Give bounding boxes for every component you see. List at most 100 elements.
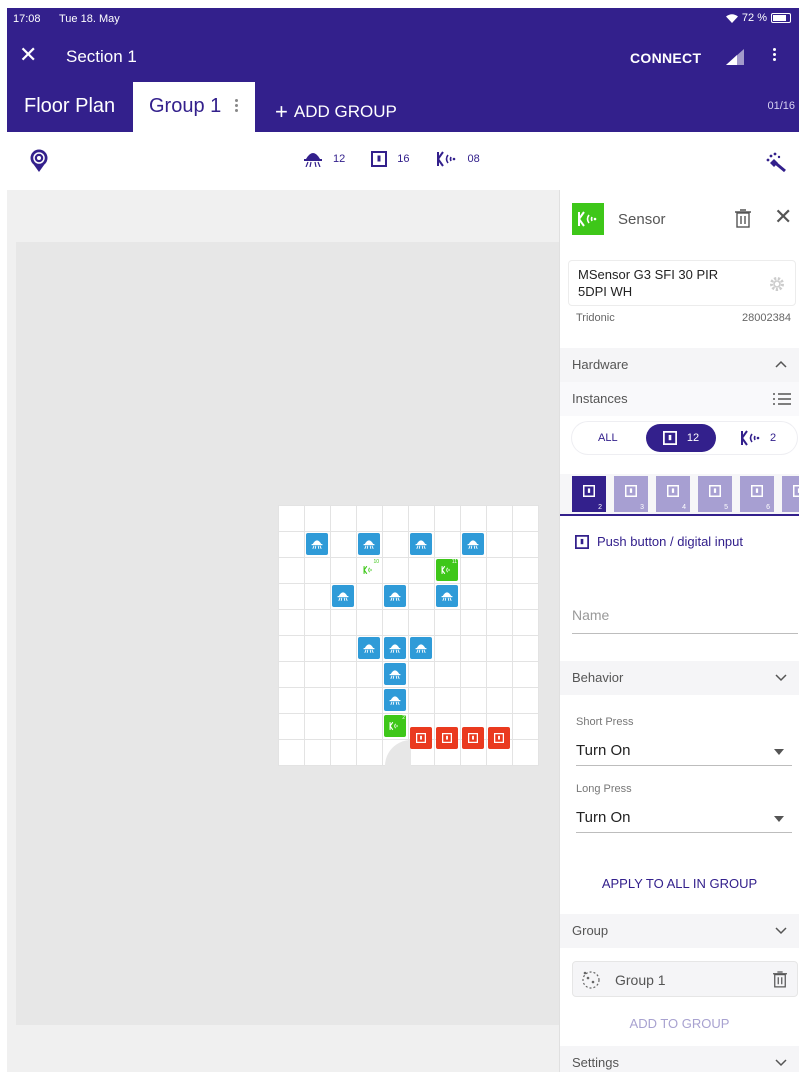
button-tile[interactable] bbox=[488, 727, 510, 749]
gear-icon[interactable] bbox=[769, 276, 785, 292]
tile-number: 11 bbox=[451, 559, 457, 565]
short-press-select[interactable]: Turn On bbox=[576, 738, 792, 766]
chevron-up-icon bbox=[775, 360, 787, 368]
chevron-down-icon bbox=[775, 674, 787, 682]
push-button-icon bbox=[662, 431, 677, 445]
plus-icon: + bbox=[275, 99, 288, 124]
status-time: 17:08 bbox=[13, 13, 41, 25]
instance-tab[interactable]: 6 bbox=[740, 476, 774, 512]
button-tile[interactable] bbox=[410, 727, 432, 749]
short-press-label: Short Press bbox=[576, 716, 634, 728]
light-tile[interactable] bbox=[410, 637, 432, 659]
light-tile[interactable] bbox=[384, 585, 406, 607]
instance-number: 4 bbox=[682, 504, 686, 511]
tab-options-icon[interactable] bbox=[234, 97, 238, 117]
add-group-button[interactable]: + ADD GROUP bbox=[275, 97, 397, 124]
instances-row: Instances bbox=[560, 382, 799, 416]
sensor-count-value: 08 bbox=[467, 153, 480, 165]
group-chip[interactable]: Group 1 bbox=[572, 961, 798, 997]
signal-icon[interactable] bbox=[726, 49, 744, 65]
light-tile[interactable] bbox=[306, 533, 328, 555]
instances-label: Instances bbox=[572, 391, 628, 406]
group-section[interactable]: Group bbox=[560, 914, 799, 948]
sensor-badge-icon bbox=[572, 203, 604, 235]
tile-number: 2 bbox=[402, 715, 405, 721]
name-field[interactable]: Name bbox=[572, 604, 798, 634]
instance-tab[interactable]: 3 bbox=[614, 476, 648, 512]
top-toolbar: ✕ Section 1 CONNECT bbox=[7, 38, 799, 74]
instance-number: 6 bbox=[766, 504, 770, 511]
behavior-section[interactable]: Behavior bbox=[560, 661, 799, 695]
settings-section[interactable]: Settings bbox=[560, 1046, 799, 1072]
button-count-value: 16 bbox=[397, 153, 410, 165]
instance-tab[interactable]: 2 bbox=[572, 476, 606, 512]
sensor-tile[interactable]: 2 bbox=[384, 715, 406, 737]
tab-bar: Floor Plan Group 1 + ADD GROUP 01/16 bbox=[7, 82, 799, 132]
light-tile[interactable] bbox=[358, 637, 380, 659]
instance-number: 3 bbox=[640, 504, 644, 511]
battery-icon bbox=[771, 13, 791, 23]
tab-floor-plan[interactable]: Floor Plan bbox=[24, 95, 115, 118]
light-tile[interactable] bbox=[462, 533, 484, 555]
add-group-label: ADD GROUP bbox=[293, 102, 397, 121]
connect-button[interactable]: CONNECT bbox=[630, 50, 701, 66]
close-icon[interactable]: ✕ bbox=[19, 44, 37, 66]
battery-percent: 72 % bbox=[741, 12, 767, 24]
instance-type: Push button / digital input bbox=[575, 534, 743, 549]
list-icon[interactable] bbox=[773, 392, 791, 406]
wifi-icon bbox=[725, 13, 738, 23]
long-press-select[interactable]: Turn On bbox=[576, 805, 792, 833]
close-panel-icon[interactable]: ✕ bbox=[774, 206, 792, 228]
status-bar: 17:08 Tue 18. May 72 % bbox=[7, 8, 799, 30]
sensor-count: 08 bbox=[436, 151, 480, 167]
button-tile[interactable] bbox=[436, 727, 458, 749]
light-tile[interactable] bbox=[384, 637, 406, 659]
instance-strip: 2 3 4 5 6 bbox=[560, 474, 799, 516]
ceiling-light-icon bbox=[304, 153, 322, 167]
light-tile[interactable] bbox=[410, 533, 432, 555]
instance-tab[interactable] bbox=[782, 476, 799, 512]
hardware-section[interactable]: Hardware bbox=[560, 348, 799, 382]
add-to-group-button[interactable]: ADD TO GROUP bbox=[560, 1016, 799, 1031]
more-menu-icon[interactable] bbox=[771, 46, 777, 66]
device-name: MSensor G3 SFI 30 PIR 5DPI WH bbox=[578, 267, 719, 299]
trash-icon[interactable] bbox=[735, 208, 751, 228]
panel-title: Sensor bbox=[618, 211, 666, 228]
tab-group-1[interactable]: Group 1 bbox=[133, 82, 255, 132]
light-tile[interactable] bbox=[384, 689, 406, 711]
sensor-placeholder-tile[interactable]: 10 bbox=[358, 559, 380, 581]
instance-type-label: Push button / digital input bbox=[597, 534, 743, 549]
short-press-value: Turn On bbox=[576, 742, 631, 759]
light-tile[interactable] bbox=[384, 663, 406, 685]
sensor-icon bbox=[741, 430, 760, 446]
dropdown-arrow-icon bbox=[774, 749, 784, 755]
device-selector[interactable]: MSensor G3 SFI 30 PIR 5DPI WH bbox=[568, 260, 796, 306]
group-label: Group bbox=[572, 923, 609, 938]
trash-icon[interactable] bbox=[773, 970, 787, 988]
apply-to-all-button[interactable]: APPLY TO ALL IN GROUP bbox=[560, 876, 799, 891]
instance-number: 5 bbox=[724, 504, 728, 511]
button-tile[interactable] bbox=[462, 727, 484, 749]
light-tile[interactable] bbox=[332, 585, 354, 607]
long-press-label: Long Press bbox=[576, 783, 632, 795]
article-number: 28002384 bbox=[742, 312, 791, 324]
sensor-detail-panel: Sensor ✕ MSensor G3 SFI 30 PIR 5DPI WH T… bbox=[559, 190, 799, 1072]
settings-label: Settings bbox=[572, 1055, 619, 1070]
instance-tab[interactable]: 5 bbox=[698, 476, 732, 512]
filter-buttons-count: 12 bbox=[686, 432, 700, 444]
canvas-toolbar: 12 16 08 bbox=[7, 132, 799, 190]
filter-buttons[interactable]: 12 bbox=[646, 424, 716, 452]
filter-sensors[interactable]: 2 bbox=[740, 430, 776, 446]
sensor-tile[interactable]: 11 bbox=[436, 559, 458, 581]
light-tile[interactable] bbox=[358, 533, 380, 555]
locate-icon[interactable] bbox=[29, 149, 49, 173]
page-counter: 01/16 bbox=[767, 100, 795, 112]
light-tile[interactable] bbox=[436, 585, 458, 607]
instance-number: 2 bbox=[598, 504, 602, 511]
filter-all[interactable]: ALL bbox=[598, 432, 618, 444]
device-counts: 12 16 08 bbox=[303, 151, 506, 167]
name-placeholder: Name bbox=[572, 607, 610, 623]
instance-tab[interactable]: 4 bbox=[656, 476, 690, 512]
push-button-icon bbox=[371, 151, 388, 167]
magic-select-icon[interactable] bbox=[765, 151, 787, 173]
